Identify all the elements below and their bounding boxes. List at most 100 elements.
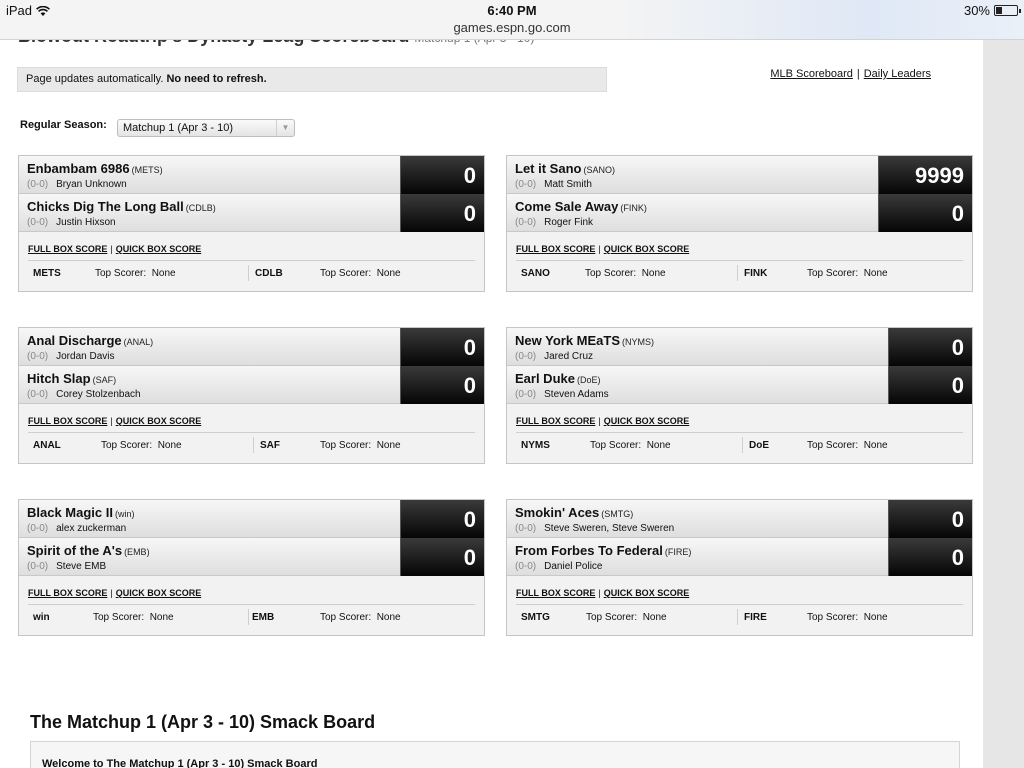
auto-update-notice: Page updates automatically. No need to r… [17,67,607,92]
team-top-scorer-home: SANO [521,268,550,279]
team-name[interactable]: Chicks Dig The Long Ball (CDLB) [27,199,216,214]
team-name[interactable]: Come Sale Away (FINK) [515,199,647,214]
full-box-score-link[interactable]: FULL BOX SCORE [516,588,595,598]
stat-separator [737,609,738,625]
team-record: (0-0) [27,217,49,228]
status-bar: iPad 6:40 PM games.espn.go.com 30% [0,0,1024,40]
team-record-line: (0-0) Roger Fink [515,217,593,228]
team-score: 0 [400,328,484,366]
team-row[interactable]: Chicks Dig The Long Ball (CDLB) (0-0) Just… [19,194,484,232]
divider [28,260,475,261]
box-link-separator: | [110,588,113,598]
top-scorer-label: Top Scorer: [320,440,372,451]
top-scorer-value: None [157,440,182,451]
team-name[interactable]: New York MEaTS (NYMS) [515,333,654,348]
full-box-score-link[interactable]: FULL BOX SCORE [28,244,107,254]
team-abbreviation: (FINK) [620,203,647,213]
team-abbreviation: (SANO) [583,165,615,175]
team-record-line: (0-0) Steven Adams [515,389,609,400]
team-owner: Jared Cruz [544,351,594,362]
team-row[interactable]: Enbambam 6986 (METS) (0-0) Bryan Unknown 0 [19,156,484,194]
team-name[interactable]: Anal Discharge (ANAL) [27,333,153,348]
quick-box-score-link[interactable]: QUICK BOX SCORE [116,588,202,598]
team-record: (0-0) [515,523,537,534]
team-owner: Matt Smith [544,179,592,190]
team-top-scorer-away: EMB [252,612,274,623]
team-name[interactable]: Earl Duke (DoE) [515,371,601,386]
team-score: 0 [400,500,484,538]
full-box-score-link[interactable]: FULL BOX SCORE [516,244,595,254]
team-row[interactable]: Hitch Slap (SAF) (0-0) Corey Stolzenbach 0 [19,366,484,404]
team-code: FINK [744,268,768,279]
box-score-links: FULL BOX SCORE | QUICK BOX SCORE [516,244,689,254]
team-abbreviation: (SAF) [92,375,117,385]
team-name[interactable]: Black Magic II (win) [27,505,134,520]
top-scorer-value: None [149,612,174,623]
team-row[interactable]: Let it Sano (SANO) (0-0) Matt Smith 9999 [507,156,972,194]
top-scorer-label: Top Scorer: [586,612,638,623]
mlb-scoreboard-link[interactable]: MLB Scoreboard [770,68,853,80]
team-code: FIRE [744,612,767,623]
box-score-links: FULL BOX SCORE | QUICK BOX SCORE [28,588,201,598]
team-name[interactable]: Spirit of the A's (EMB) [27,543,150,558]
team-name[interactable]: Smokin' Aces (SMTG) [515,505,633,520]
team-abbreviation: (SMTG) [601,509,634,519]
team-top-scorer-home: win [33,612,50,623]
team-name-text: Earl Duke [515,371,575,386]
full-box-score-link[interactable]: FULL BOX SCORE [516,416,595,426]
matchup-select[interactable]: Matchup 1 (Apr 3 - 10) ▼ [117,119,295,137]
top-scorer-label: Top Scorer: [807,612,859,623]
team-row[interactable]: Come Sale Away (FINK) (0-0) Roger Fink 0 [507,194,972,232]
top-scorer-label: Top Scorer: [320,268,372,279]
full-box-score-link[interactable]: FULL BOX SCORE [28,416,107,426]
team-row[interactable]: Earl Duke (DoE) (0-0) Steven Adams 0 [507,366,972,404]
team-record: (0-0) [515,351,537,362]
team-row[interactable]: Black Magic II (win) (0-0) alex zuckerman … [19,500,484,538]
quick-box-score-link[interactable]: QUICK BOX SCORE [604,416,690,426]
team-record-line: (0-0) Jared Cruz [515,351,593,362]
team-row[interactable]: Smokin' Aces (SMTG) (0-0) Steve Sweren, St… [507,500,972,538]
top-scorer-label: Top Scorer: [585,268,637,279]
team-owner: Daniel Police [544,561,603,572]
full-box-score-link[interactable]: FULL BOX SCORE [28,588,107,598]
quick-box-score-link[interactable]: QUICK BOX SCORE [604,588,690,598]
top-scorer-label: Top Scorer: [101,440,153,451]
top-scorer-away: Top Scorer: None [807,612,888,623]
page: Blowout Roadtrip's Dynasty Leag Scoreboa… [0,0,983,768]
top-scorer-value: None [642,612,667,623]
team-row[interactable]: From Forbes To Federal (FIRE) (0-0) Daniel… [507,538,972,576]
top-scorer-away: Top Scorer: None [807,268,888,279]
dropdown-arrow-icon: ▼ [276,120,294,136]
team-row[interactable]: Spirit of the A's (EMB) (0-0) Steve EMB 0 [19,538,484,576]
team-row[interactable]: New York MEaTS (NYMS) (0-0) Jared Cruz 0 [507,328,972,366]
team-score: 0 [878,194,972,232]
top-scorer-label: Top Scorer: [807,268,859,279]
stat-separator [248,609,249,625]
quick-box-score-link[interactable]: QUICK BOX SCORE [116,244,202,254]
team-name[interactable]: From Forbes To Federal (FIRE) [515,543,691,558]
top-scorer-home: Top Scorer: None [93,612,174,623]
team-name[interactable]: Hitch Slap (SAF) [27,371,116,386]
smack-board-welcome: Welcome to The Matchup 1 (Apr 3 - 10) Sm… [42,758,318,768]
address-bar-url[interactable]: games.espn.go.com [0,20,1024,35]
team-code: CDLB [255,268,283,279]
daily-leaders-link[interactable]: Daily Leaders [864,68,931,80]
team-owner: Steve EMB [56,561,107,572]
team-record-line: (0-0) Matt Smith [515,179,592,190]
team-score: 0 [888,538,972,576]
quick-box-score-link[interactable]: QUICK BOX SCORE [604,244,690,254]
top-scorer-value: None [646,440,671,451]
team-score: 0 [888,366,972,404]
team-owner: alex zuckerman [56,523,127,534]
box-score-links: FULL BOX SCORE | QUICK BOX SCORE [28,244,201,254]
top-scorer-away: Top Scorer: None [320,440,401,451]
top-scorer-home: Top Scorer: None [586,612,667,623]
team-name[interactable]: Enbambam 6986 (METS) [27,161,163,176]
quick-box-score-link[interactable]: QUICK BOX SCORE [116,416,202,426]
team-row[interactable]: Anal Discharge (ANAL) (0-0) Jordan Davis 0 [19,328,484,366]
team-abbreviation: (NYMS) [622,337,654,347]
team-name[interactable]: Let it Sano (SANO) [515,161,615,176]
top-scorer-label: Top Scorer: [807,440,859,451]
top-scorer-home: Top Scorer: None [95,268,176,279]
box-score-links: FULL BOX SCORE | QUICK BOX SCORE [516,588,689,598]
